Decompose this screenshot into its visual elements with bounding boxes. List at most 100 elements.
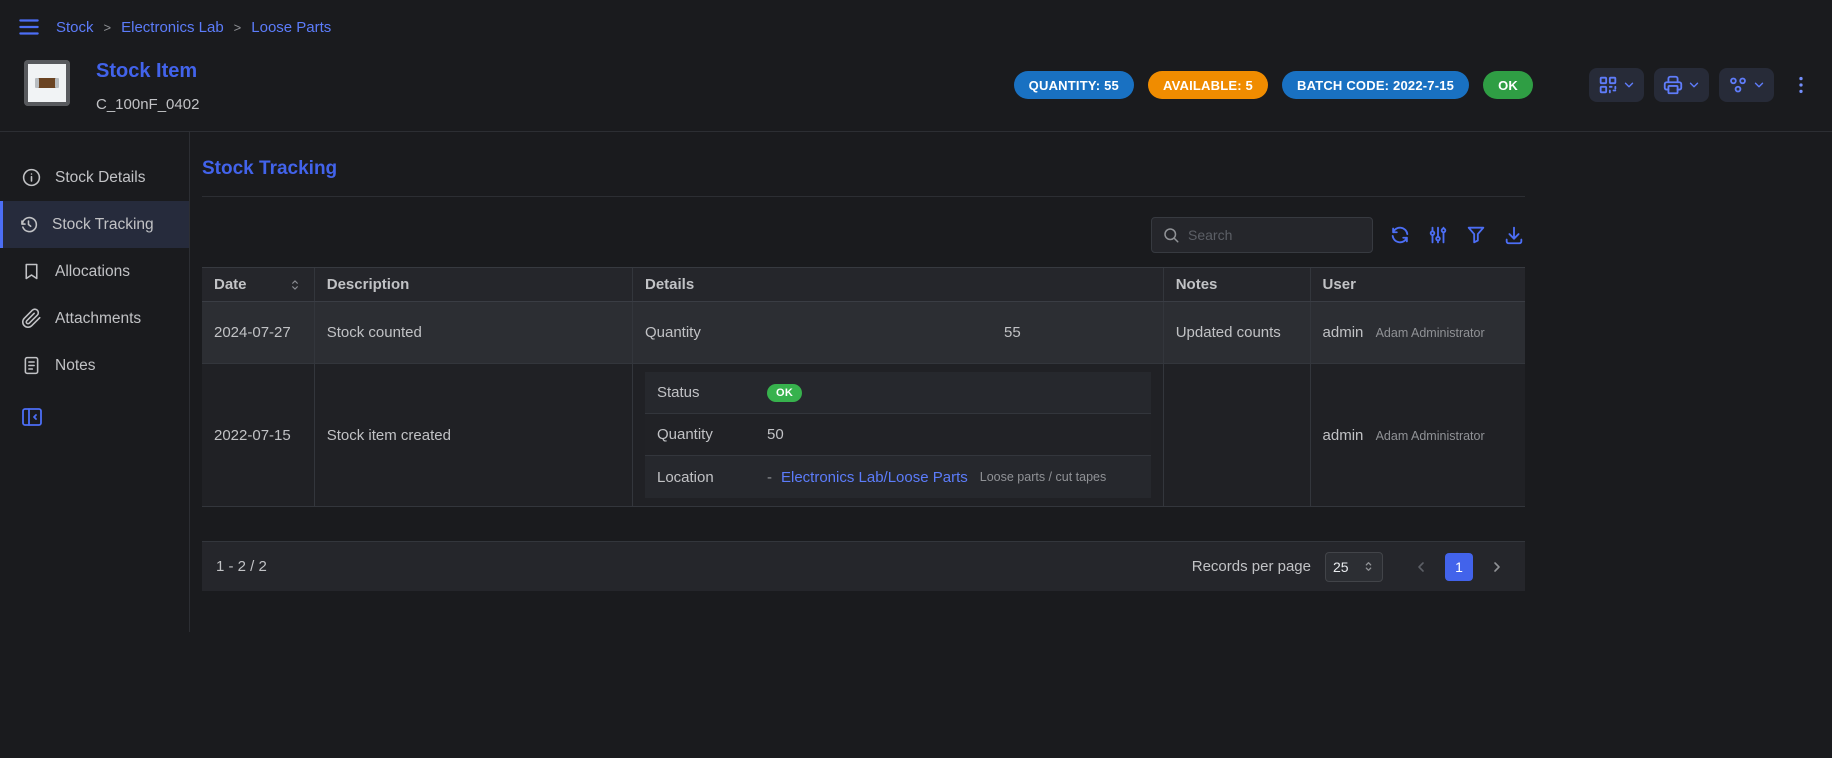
detail-key: Quantity xyxy=(645,324,701,341)
cell-notes xyxy=(1163,364,1310,507)
header-right: QUANTITY: 55 AVAILABLE: 5 BATCH CODE: 20… xyxy=(1014,60,1812,102)
column-label: Date xyxy=(214,276,247,293)
table-header-row: Date Description Details Notes User xyxy=(202,268,1525,302)
sidebar-item-label: Stock Tracking xyxy=(52,216,154,234)
breadcrumb-loose-parts[interactable]: Loose Parts xyxy=(251,19,331,36)
cell-details: Quantity 55 xyxy=(632,302,1163,364)
sidebar-item-notes[interactable]: Notes xyxy=(0,342,189,389)
stock-item-thumbnail[interactable] xyxy=(24,60,70,106)
cell-description: Stock counted xyxy=(314,302,632,364)
print-actions-icon xyxy=(1662,74,1684,96)
menu-icon[interactable] xyxy=(16,14,42,40)
detail-row-status: Status OK xyxy=(645,372,1151,414)
breadcrumb-separator: > xyxy=(234,20,242,35)
location-dash: - xyxy=(767,469,772,486)
detail-key: Quantity xyxy=(657,426,767,443)
table-controls xyxy=(202,217,1525,253)
cell-description: Stock item created xyxy=(314,364,632,507)
column-header-notes[interactable]: Notes xyxy=(1163,268,1310,302)
download-icon[interactable] xyxy=(1503,224,1525,246)
batch-code-badge: BATCH CODE: 2022-7-15 xyxy=(1282,71,1469,99)
breadcrumb-electronics-lab[interactable]: Electronics Lab xyxy=(121,19,224,36)
pager: 1 xyxy=(1407,553,1511,581)
body: Stock Details Stock Tracking Allocations… xyxy=(0,132,1832,632)
filter-icon[interactable] xyxy=(1465,224,1487,246)
records-per-page-label: Records per page xyxy=(1192,558,1311,575)
cell-user: admin Adam Administrator xyxy=(1310,364,1525,507)
chevron-down-icon xyxy=(1752,78,1766,92)
column-header-details[interactable]: Details xyxy=(632,268,1163,302)
breadcrumb: Stock > Electronics Lab > Loose Parts xyxy=(56,19,331,36)
stock-item-page: Stock > Electronics Lab > Loose Parts St… xyxy=(0,0,1832,758)
sidebar-collapse-icon[interactable] xyxy=(20,405,44,429)
top-bar: Stock > Electronics Lab > Loose Parts xyxy=(0,0,1832,50)
sidebar: Stock Details Stock Tracking Allocations… xyxy=(0,132,190,632)
page-title: Stock Item xyxy=(96,60,199,83)
pagination-controls: Records per page 25 1 xyxy=(1192,552,1511,582)
detail-key: Status xyxy=(657,384,767,401)
sidebar-item-stock-details[interactable]: Stock Details xyxy=(0,154,189,201)
username: admin xyxy=(1323,427,1364,444)
search-box xyxy=(1151,217,1373,253)
column-header-description[interactable]: Description xyxy=(314,268,632,302)
detail-value: 50 xyxy=(767,426,784,443)
notes-icon xyxy=(21,355,42,376)
detail-row-quantity: Quantity 50 xyxy=(645,414,1151,456)
detail-key: Location xyxy=(657,469,767,486)
cell-date: 2024-07-27 xyxy=(202,302,314,364)
chevron-down-icon xyxy=(1687,78,1701,92)
column-header-user[interactable]: User xyxy=(1310,268,1525,302)
table-row[interactable]: 2022-07-15 Stock item created Status OK … xyxy=(202,364,1525,507)
sidebar-item-label: Stock Details xyxy=(55,169,145,187)
cell-notes: Updated counts xyxy=(1163,302,1310,364)
table-row[interactable]: 2024-07-27 Stock counted Quantity 55 Upd… xyxy=(202,302,1525,364)
stock-actions-icon xyxy=(1727,74,1749,96)
sidebar-item-label: Allocations xyxy=(55,263,130,281)
sidebar-item-attachments[interactable]: Attachments xyxy=(0,295,189,342)
page-header: Stock Item C_100nF_0402 QUANTITY: 55 AVA… xyxy=(0,50,1832,131)
details-subtable: Status OK Quantity 50 Location - xyxy=(645,372,1151,498)
location-link[interactable]: Electronics Lab/Loose Parts xyxy=(781,469,968,486)
chevron-left-icon[interactable] xyxy=(1407,553,1435,581)
dots-vertical-icon[interactable] xyxy=(1790,74,1812,96)
user-fullname: Adam Administrator xyxy=(1376,326,1485,340)
search-input[interactable] xyxy=(1188,227,1362,243)
barcode-actions-icon xyxy=(1597,74,1619,96)
sort-icon[interactable] xyxy=(288,278,302,292)
main-panel: Stock Tracking xyxy=(190,132,1525,632)
username: admin xyxy=(1323,324,1364,341)
sidebar-item-label: Notes xyxy=(55,357,96,375)
quantity-badge: QUANTITY: 55 xyxy=(1014,71,1134,99)
info-icon xyxy=(21,167,42,188)
print-actions-button[interactable] xyxy=(1654,68,1709,102)
title-block: Stock Item C_100nF_0402 xyxy=(96,60,199,113)
cell-details: Status OK Quantity 50 Location - xyxy=(632,364,1163,507)
stock-tracking-table: Date Description Details Notes User xyxy=(202,267,1525,507)
column-header-date[interactable]: Date xyxy=(202,268,314,302)
selector-icon xyxy=(1362,560,1375,573)
page-number-button[interactable]: 1 xyxy=(1445,553,1473,581)
sidebar-item-stock-tracking[interactable]: Stock Tracking xyxy=(0,201,189,248)
section-divider xyxy=(202,196,1525,197)
bookmark-icon xyxy=(21,261,42,282)
stock-actions-button[interactable] xyxy=(1719,68,1774,102)
cell-user: admin Adam Administrator xyxy=(1310,302,1525,364)
user-fullname: Adam Administrator xyxy=(1376,429,1485,443)
table-footer: 1 - 2 / 2 Records per page 25 1 xyxy=(202,541,1525,591)
available-badge: AVAILABLE: 5 xyxy=(1148,71,1268,99)
detail-row-location: Location - Electronics Lab/Loose Parts L… xyxy=(645,456,1151,498)
breadcrumb-stock[interactable]: Stock xyxy=(56,19,94,36)
breadcrumb-separator: > xyxy=(104,20,112,35)
sidebar-item-allocations[interactable]: Allocations xyxy=(0,248,189,295)
status-badges: QUANTITY: 55 AVAILABLE: 5 BATCH CODE: 20… xyxy=(1014,71,1533,99)
chevron-right-icon[interactable] xyxy=(1483,553,1511,581)
barcode-actions-button[interactable] xyxy=(1589,68,1644,102)
detail-value: 55 xyxy=(1004,324,1021,341)
records-per-page-select[interactable]: 25 xyxy=(1325,552,1383,582)
adjustments-icon[interactable] xyxy=(1427,224,1449,246)
refresh-icon[interactable] xyxy=(1389,224,1411,246)
stock-item-name: C_100nF_0402 xyxy=(96,96,199,113)
history-icon xyxy=(18,214,39,235)
status-ok-mini-badge: OK xyxy=(767,384,802,402)
search-icon xyxy=(1162,226,1180,244)
